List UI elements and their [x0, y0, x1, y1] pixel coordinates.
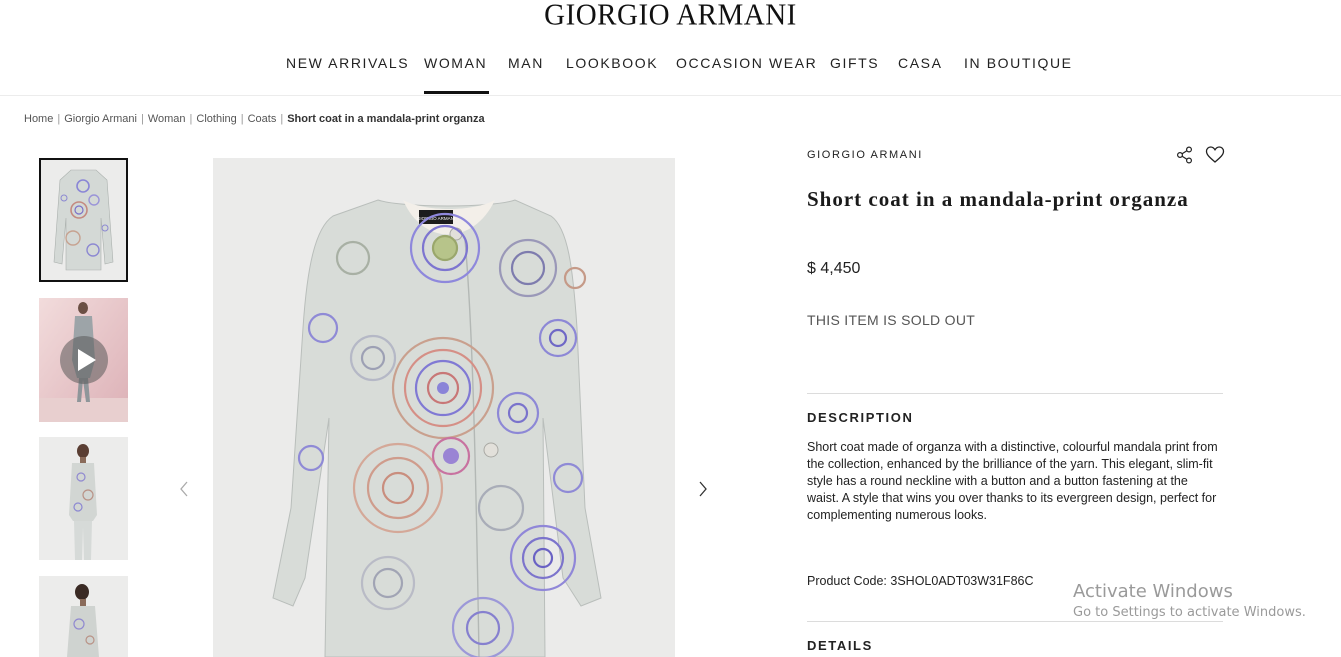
thumbnail-video[interactable] [39, 298, 128, 422]
nav-in-boutique[interactable]: IN BOUTIQUE [964, 55, 1073, 71]
nav-casa[interactable]: CASA [898, 55, 943, 71]
product-price: $ 4,450 [807, 260, 861, 277]
breadcrumb-separator: | [240, 113, 244, 125]
coat-main-image: GIORGIO ARMANI [213, 158, 675, 657]
divider [807, 621, 1223, 622]
sold-out-status: THIS ITEM IS SOLD OUT [807, 312, 976, 328]
brand-logo[interactable]: GIORGIO ARMANI [0, 0, 1341, 31]
share-icon [1176, 146, 1193, 164]
product-code: Product Code: 3SHOL0ADT03W31F86C [807, 574, 1034, 588]
nav-new-arrivals[interactable]: NEW ARRIVALS [286, 55, 409, 71]
breadcrumb-clothing[interactable]: Clothing [196, 113, 236, 125]
nav-woman[interactable]: WOMAN [424, 55, 490, 94]
wishlist-button[interactable] [1205, 145, 1225, 165]
breadcrumb-separator: | [189, 113, 193, 125]
previous-image-button[interactable] [174, 478, 194, 500]
breadcrumb-woman[interactable]: Woman [148, 113, 186, 125]
breadcrumb-giorgio-armani[interactable]: Giorgio Armani [64, 113, 137, 125]
breadcrumb-separator: | [57, 113, 61, 125]
product-description: Short coat made of organza with a distin… [807, 440, 1218, 522]
breadcrumb-current: Short coat in a mandala-print organza [287, 113, 485, 125]
breadcrumb-separator: | [140, 113, 144, 125]
next-image-button[interactable] [693, 478, 713, 500]
thumbnail-model-side[interactable] [39, 576, 128, 657]
coat-label-text: GIORGIO ARMANI [417, 216, 455, 221]
activate-windows-title: Activate Windows [1073, 581, 1233, 602]
nav-lookbook[interactable]: LOOKBOOK [566, 55, 658, 71]
chevron-right-icon [699, 481, 707, 497]
heart-icon [1205, 146, 1225, 163]
details-heading[interactable]: DETAILS [807, 638, 873, 653]
nav-gifts[interactable]: GIFTS [830, 55, 879, 71]
divider [807, 393, 1223, 394]
chevron-left-icon [180, 481, 188, 497]
thumbnail-coat-flat[interactable] [39, 158, 128, 282]
model-side-image [39, 576, 128, 657]
product-brand[interactable]: GIORGIO ARMANI [807, 149, 923, 162]
thumbnail-model-front[interactable] [39, 437, 128, 560]
model-front-image [39, 437, 128, 560]
product-title: Short coat in a mandala-print organza [807, 187, 1189, 211]
activate-windows-subtitle: Go to Settings to activate Windows. [1073, 605, 1306, 620]
main-nav: NEW ARRIVALS WOMAN MAN LOOKBOOK OCCASION… [0, 55, 1341, 95]
header-divider [0, 95, 1341, 96]
description-heading[interactable]: DESCRIPTION [807, 410, 913, 425]
breadcrumb: Home | Giorgio Armani | Woman | Clothing | Coats… [24, 112, 485, 126]
nav-man[interactable]: MAN [508, 55, 544, 71]
play-icon[interactable] [59, 335, 109, 385]
share-button[interactable] [1175, 145, 1195, 165]
main-product-image[interactable]: GIORGIO ARMANI [213, 158, 675, 657]
nav-occasion-wear[interactable]: OCCASION WEAR [676, 55, 817, 71]
breadcrumb-separator: | [280, 113, 284, 125]
breadcrumb-coats[interactable]: Coats [248, 113, 277, 125]
coat-thumbnail-image [39, 158, 128, 282]
breadcrumb-home[interactable]: Home [24, 113, 53, 125]
